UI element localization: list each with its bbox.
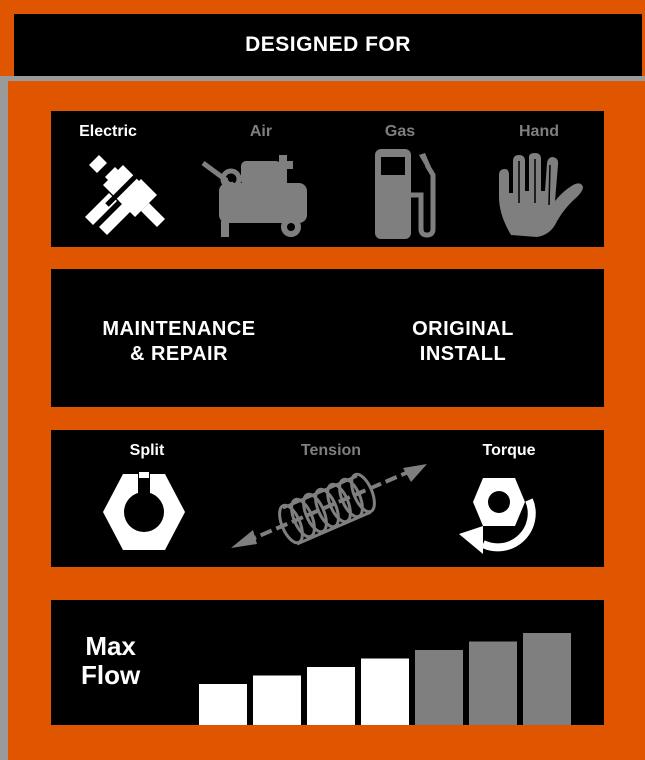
install-line1: ORIGINAL: [412, 318, 514, 340]
maintenance-line2: & REPAIR: [129, 343, 229, 365]
maintenance-line1: MAINTENANCE: [102, 318, 256, 340]
power-source-panel: Electric Air Gas Hand: [51, 111, 604, 247]
flow-bar-1: [199, 684, 247, 725]
torque-nut-icon: [459, 478, 536, 554]
maintenance-repair-label: MAINTENANCE & REPAIR: [64, 317, 294, 367]
split-nut-icon: [103, 472, 185, 550]
electric-plug-icon: [85, 155, 165, 235]
application-panel: MAINTENANCE & REPAIR ORIGINAL INSTALL: [51, 269, 604, 407]
method-panel: Split Tension Torque: [51, 430, 604, 567]
max-flow-rating-bars: [199, 633, 571, 725]
flow-bar-5: [415, 650, 463, 725]
flow-bar-6: [469, 641, 517, 725]
power-label-gas: Gas: [384, 123, 416, 140]
power-label-air: Air: [249, 123, 273, 140]
tension-spring-icon: [231, 464, 427, 548]
flow-bar-2: [253, 675, 301, 725]
max-flow-panel: Max Flow: [51, 600, 604, 725]
gas-pump-icon: [375, 149, 436, 239]
power-label-hand: Hand: [519, 123, 559, 140]
method-label-split: Split: [129, 442, 165, 459]
frame-left-border: [0, 76, 8, 760]
method-label-torque: Torque: [482, 442, 536, 459]
max-flow-line2: Flow: [81, 660, 141, 690]
method-label-tension: Tension: [300, 442, 362, 459]
max-flow-line1: Max: [85, 631, 136, 661]
original-install-label: ORIGINAL INSTALL: [348, 317, 578, 367]
designed-for-header: DESIGNED FOR: [14, 14, 642, 76]
max-flow-label: Max Flow: [81, 632, 140, 690]
flow-bar-7: [523, 633, 571, 725]
power-label-electric: Electric: [79, 123, 137, 140]
hand-icon: [499, 153, 583, 237]
air-compressor-icon: [201, 155, 307, 237]
install-line2: INSTALL: [419, 343, 507, 365]
flow-bar-3: [307, 667, 355, 725]
flow-bar-4: [361, 658, 409, 725]
header-title: DESIGNED FOR: [245, 33, 411, 56]
